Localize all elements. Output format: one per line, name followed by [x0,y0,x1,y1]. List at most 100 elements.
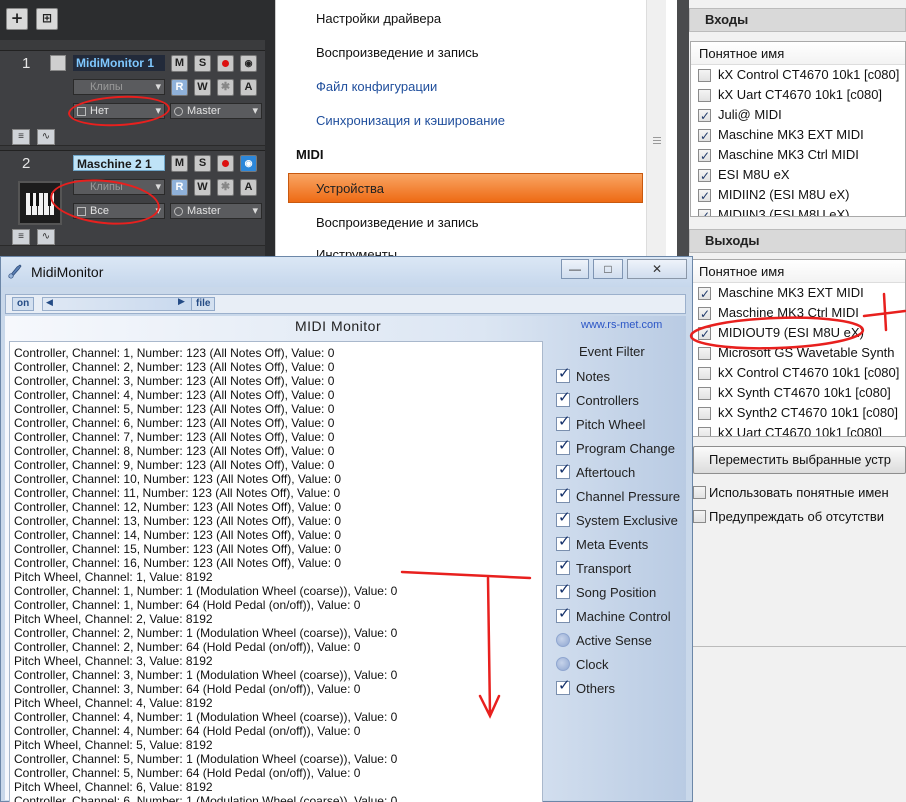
website-link[interactable]: www.rs-met.com [581,319,662,331]
device-checkbox[interactable] [698,146,711,166]
filter-checkbox[interactable] [556,657,570,671]
input-monitor-button[interactable]: ◉ [240,55,257,72]
device-row[interactable]: kX Synth CT4670 10k1 [c080] [691,383,905,403]
maximize-button[interactable]: □ [593,259,623,279]
filter-option[interactable]: Aftertouch [556,460,690,484]
filter-option[interactable]: Song Position [556,580,690,604]
write-automation-button[interactable]: W [194,179,211,196]
inputs-list[interactable]: Понятное имя kX Control CT4670 10k1 [c08… [690,41,906,217]
warn-missing-option[interactable]: Предупреждать об отсутстви [693,509,884,524]
filter-option[interactable]: Clock [556,656,690,676]
solo-button[interactable]: S [194,155,211,172]
device-row[interactable]: Maschine MK3 Ctrl MIDI [691,303,905,324]
read-automation-button[interactable]: R [171,79,188,96]
record-arm-button[interactable] [217,155,234,172]
track-view-icon[interactable]: ≡ [12,129,30,145]
minimize-button[interactable]: — [561,259,589,279]
device-row[interactable]: Microsoft GS Wavetable Synth [691,343,905,363]
device-checkbox[interactable] [698,387,711,400]
device-row[interactable]: kX Control CT4670 10k1 [c080] [691,65,905,85]
filter-option[interactable]: Controllers [556,388,690,412]
device-checkbox[interactable] [698,186,711,206]
device-checkbox[interactable] [698,206,711,216]
device-checkbox[interactable] [698,304,711,324]
device-row[interactable]: MIDIOUT9 (ESI M8U eX) [691,323,905,344]
input-monitor-button[interactable]: ◉ [240,155,257,172]
device-row[interactable]: kX Control CT4670 10k1 [c080] [691,363,905,383]
automation-lane-icon[interactable]: ∿ [37,129,55,145]
filter-checkbox[interactable] [556,508,571,527]
filter-option[interactable]: Pitch Wheel [556,412,690,436]
column-header-friendly-name[interactable]: Понятное имя [691,42,905,65]
write-automation-button[interactable]: W [194,79,211,96]
daw-scrollbar[interactable] [265,40,275,258]
on-toggle-button[interactable]: on [12,297,35,311]
output-dropdown[interactable]: Master [170,103,262,119]
device-checkbox[interactable] [698,427,711,436]
filter-option[interactable]: Channel Pressure [556,484,690,508]
move-selected-devices-button[interactable]: Переместить выбранные устр [693,446,906,474]
filter-checkbox[interactable] [556,580,571,599]
filter-option[interactable]: Notes [556,364,690,388]
filter-checkbox[interactable] [556,532,571,551]
column-header-friendly-name[interactable]: Понятное имя [691,260,905,283]
filter-option[interactable]: Active Sense [556,632,690,652]
filter-checkbox[interactable] [556,460,571,479]
nav-item-devices-selected[interactable]: Устройства [288,173,643,203]
device-row[interactable]: kX Synth2 CT4670 10k1 [c080] [691,403,905,423]
input-dropdown[interactable]: Клипы [73,79,165,95]
device-checkbox[interactable] [698,367,711,380]
filter-option[interactable]: Machine Control [556,604,690,628]
filter-checkbox[interactable] [556,484,571,503]
automation-lane-icon[interactable]: ∿ [37,229,55,245]
track-view-icon[interactable]: ≡ [12,229,30,245]
use-friendly-names-option[interactable]: Использовать понятные имен [693,485,889,500]
filter-checkbox[interactable] [556,556,571,575]
arrow-left-icon[interactable]: ◀ [46,297,53,308]
device-row[interactable]: kX Uart CT4670 10k1 [c080] [691,423,905,436]
filter-checkbox[interactable] [556,633,570,647]
filter-option[interactable]: System Exclusive [556,508,690,532]
nav-item-driver-settings[interactable]: Настройки драйвера [316,11,441,26]
device-checkbox[interactable] [698,89,711,102]
add-folder-button[interactable]: ⊞ [36,8,58,30]
device-checkbox[interactable] [698,407,711,420]
filter-option[interactable]: Program Change [556,436,690,460]
fx-bypass-icon[interactable]: ✱ [217,79,234,96]
filter-checkbox[interactable] [556,676,571,695]
mute-button[interactable]: M [171,55,188,72]
device-checkbox[interactable] [698,69,711,82]
filter-checkbox[interactable] [556,412,571,431]
device-checkbox[interactable] [698,347,711,360]
nav-item-playback-recording[interactable]: Воспроизведение и запись [316,45,479,60]
fx-bypass-icon[interactable]: ✱ [217,179,234,196]
filter-checkbox[interactable] [556,436,571,455]
arrow-right-icon[interactable]: ▶ [178,296,185,307]
mute-button[interactable]: M [171,155,188,172]
add-track-button[interactable]: + [6,8,28,30]
checkbox[interactable] [693,486,706,499]
device-row[interactable]: Maschine MK3 EXT MIDI [691,283,905,304]
filter-checkbox[interactable] [556,388,571,407]
device-checkbox[interactable] [698,324,711,344]
filter-option[interactable]: Meta Events [556,532,690,556]
output-dropdown[interactable]: Master [170,203,262,219]
device-row[interactable]: MIDIIN3 (ESI M8U eX) [691,205,905,216]
device-row[interactable]: ESI M8U eX [691,165,905,186]
preset-strip[interactable]: ◀ [42,297,192,311]
window-titlebar[interactable]: MidiMonitor — □ ✕ [1,257,692,287]
device-row[interactable]: MIDIIN2 (ESI M8U eX) [691,185,905,206]
track-name[interactable]: Maschine 2 1 [73,155,165,171]
filter-option[interactable]: Others [556,676,690,700]
outputs-list[interactable]: Понятное имя Maschine MK3 EXT MIDI Maschi… [690,259,906,437]
record-arm-button[interactable] [217,55,234,72]
device-row[interactable]: Maschine MK3 EXT MIDI [691,125,905,146]
file-menu-button[interactable]: file [191,297,216,311]
filter-checkbox[interactable] [556,604,571,623]
nav-item-sync-caching[interactable]: Синхронизация и кэширование [316,113,505,128]
track-name[interactable]: MidiMonitor 1 [73,55,165,71]
device-row[interactable]: Maschine MK3 Ctrl MIDI [691,145,905,166]
close-button[interactable]: ✕ [627,259,687,279]
read-automation-button[interactable]: R [171,179,188,196]
device-checkbox[interactable] [698,166,711,186]
